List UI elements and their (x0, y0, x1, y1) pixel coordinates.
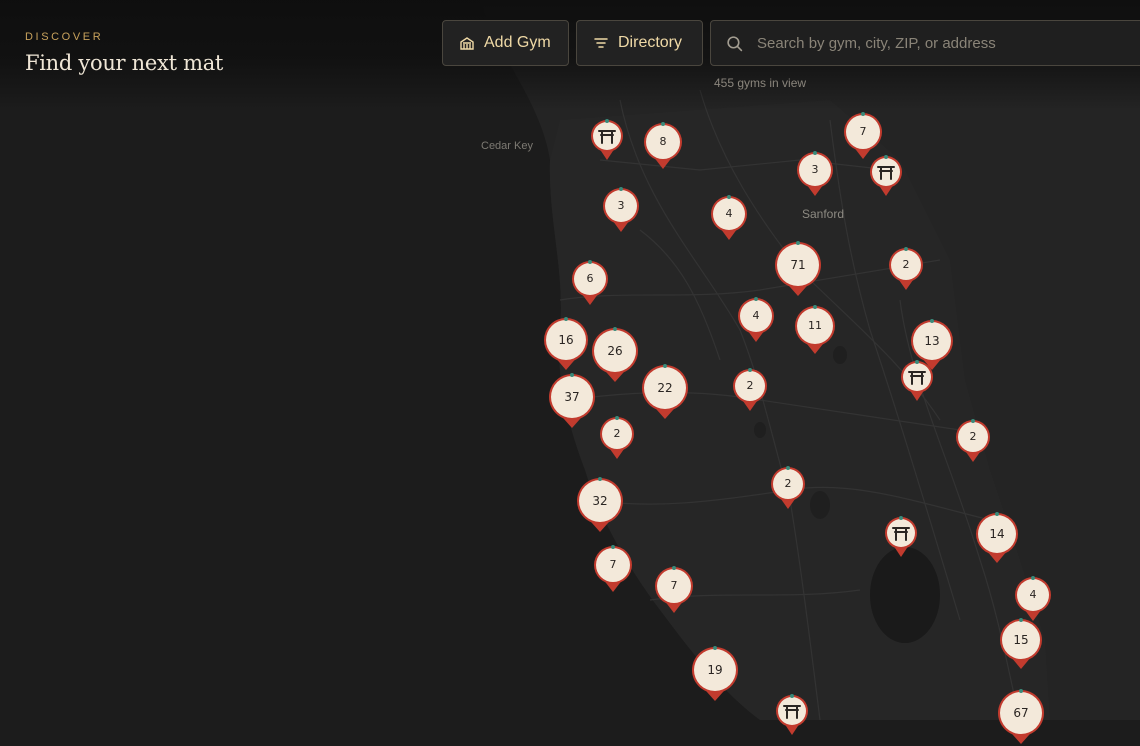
cluster-marker[interactable]: 19 (690, 645, 740, 703)
place-label-sanford: Sanford (802, 207, 845, 221)
cluster-marker[interactable]: 7 (653, 565, 695, 615)
cluster-marker[interactable]: 4 (709, 194, 749, 242)
cluster-count: 71 (790, 258, 806, 272)
cluster-marker[interactable]: 2 (887, 246, 925, 292)
cluster-count: 37 (564, 390, 580, 404)
cluster-marker[interactable]: 2 (731, 367, 769, 413)
add-gym-label: Add Gym (484, 34, 551, 51)
cluster-count: 4 (725, 207, 733, 220)
directory-button[interactable]: Directory (576, 20, 703, 66)
cluster-marker[interactable]: 37 (547, 372, 597, 430)
cluster-count: 4 (1029, 588, 1037, 601)
cluster-count: 7 (609, 558, 617, 571)
search-bar[interactable] (710, 20, 1140, 66)
filter-lines-icon (594, 38, 608, 48)
gym-marker[interactable] (868, 154, 904, 198)
cluster-marker[interactable]: 8 (642, 121, 684, 171)
cluster-count: 8 (659, 135, 667, 148)
cluster-marker[interactable]: 3 (601, 186, 641, 234)
cluster-marker[interactable]: 4 (736, 296, 776, 344)
cluster-count: 13 (924, 334, 940, 348)
cluster-count: 15 (1013, 633, 1029, 647)
cluster-count: 6 (586, 272, 594, 285)
cluster-count: 7 (670, 579, 678, 592)
cluster-marker[interactable]: 71 (773, 240, 823, 298)
cluster-count: 2 (902, 258, 910, 271)
cluster-marker[interactable]: 14 (974, 511, 1020, 565)
cluster-count: 67 (1013, 706, 1029, 720)
cluster-marker[interactable]: 7 (592, 544, 634, 594)
section-eyebrow: DISCOVER (25, 31, 104, 43)
gym-marker[interactable] (883, 515, 919, 559)
cluster-count: 4 (752, 309, 760, 322)
search-icon (727, 35, 743, 51)
page-title: Find your next mat (25, 51, 224, 75)
cluster-count: 3 (811, 163, 819, 176)
search-input[interactable] (755, 33, 1139, 53)
directory-label: Directory (618, 34, 683, 51)
cluster-count: 14 (989, 527, 1005, 541)
cluster-count: 7 (859, 125, 867, 138)
cluster-marker[interactable]: 26 (590, 326, 640, 384)
gym-marker[interactable] (589, 118, 625, 162)
cluster-count: 19 (707, 663, 723, 677)
cluster-count: 3 (617, 199, 625, 212)
cluster-count: 11 (808, 319, 822, 332)
cluster-marker[interactable]: 67 (996, 688, 1046, 746)
cluster-marker[interactable]: 2 (598, 415, 636, 461)
cluster-marker[interactable]: 15 (998, 617, 1044, 671)
cluster-marker[interactable]: 16 (542, 316, 590, 372)
cluster-marker[interactable]: 2 (954, 418, 992, 464)
cluster-count: 2 (746, 379, 754, 392)
gym-marker[interactable] (774, 693, 810, 737)
cluster-marker[interactable]: 22 (640, 363, 690, 421)
cluster-marker[interactable]: 2 (769, 465, 807, 511)
cluster-marker[interactable]: 3 (795, 150, 835, 198)
cluster-count: 2 (613, 427, 621, 440)
cluster-marker[interactable]: 11 (793, 304, 837, 356)
gym-marker[interactable] (899, 359, 935, 403)
cluster-marker[interactable]: 32 (575, 476, 625, 534)
cluster-marker[interactable]: 6 (570, 259, 610, 307)
gym-building-icon (460, 37, 474, 50)
place-label-cedar-key: Cedar Key (481, 140, 533, 152)
add-gym-button[interactable]: Add Gym (442, 20, 569, 66)
cluster-count: 2 (784, 477, 792, 490)
gym-count: 455 gyms in view (714, 76, 807, 90)
cluster-count: 26 (607, 344, 623, 358)
cluster-count: 2 (969, 430, 977, 443)
cluster-marker[interactable]: 4 (1013, 575, 1053, 623)
cluster-count: 16 (558, 333, 574, 347)
cluster-count: 32 (592, 494, 608, 508)
cluster-count: 22 (657, 381, 673, 395)
